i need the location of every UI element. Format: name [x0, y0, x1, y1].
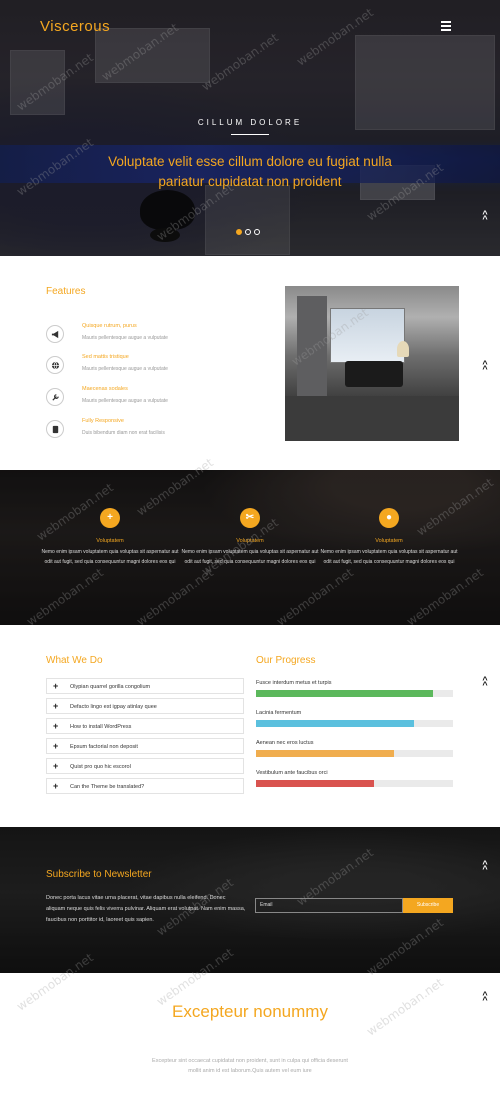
- globe-icon: [46, 356, 64, 374]
- progress-bar: [256, 750, 453, 757]
- plus-icon: +: [53, 761, 59, 771]
- hero-slider: [0, 0, 500, 256]
- feature-item: Sed mattis tristique Mauris pellentesque…: [46, 354, 246, 384]
- subscribe-button[interactable]: Subscribe: [403, 898, 453, 913]
- progress-item: Aenean nec eros luctus: [256, 740, 453, 757]
- newsletter-title: Subscribe to Newsletter: [46, 869, 152, 880]
- features-title: Features: [46, 286, 86, 297]
- megaphone-icon: [46, 325, 64, 343]
- progress-item: Lacinia fermentum: [256, 710, 453, 727]
- email-field[interactable]: Email: [255, 898, 403, 913]
- accordion-item[interactable]: + Can the Theme be translated?: [46, 778, 244, 794]
- scroll-up-icon[interactable]: ^ ^: [480, 676, 490, 690]
- slider-dot[interactable]: [245, 229, 251, 235]
- hero-divider: [231, 134, 269, 135]
- accordion-item[interactable]: + How to install WordPress: [46, 718, 244, 734]
- scroll-up-icon[interactable]: ^ ^: [480, 210, 490, 224]
- features-image: [285, 286, 459, 441]
- hamburger-menu-icon[interactable]: [441, 21, 451, 33]
- plus-icon: +: [100, 508, 120, 528]
- progress-item: Fusce interdum metus et turpis: [256, 680, 453, 697]
- scroll-up-icon[interactable]: ^ ^: [480, 860, 490, 874]
- site-logo[interactable]: Viscerous: [40, 18, 110, 35]
- wrench-icon: [46, 388, 64, 406]
- section-text: Excepteur sint occaecat cupidatat non pr…: [152, 1058, 348, 1074]
- progress-bar: [256, 720, 453, 727]
- service-item: + Voluptatem Nemo enim ipsam voluptatem …: [40, 508, 180, 567]
- progress-title: Our Progress: [256, 655, 316, 666]
- hero-title: Voluptate velit esse cillum dolore eu fu…: [108, 154, 392, 189]
- progress-bar: [256, 690, 453, 697]
- mobile-icon: [46, 420, 64, 438]
- service-item: ✂ Voluptatem Nemo enim ipsam voluptatem …: [180, 508, 320, 567]
- hero-caption: CILLUM DOLORE: [197, 118, 303, 127]
- accordion-item[interactable]: + Quist pro quo hic escorol: [46, 758, 244, 774]
- progress-item: Vestibulum ante faucibus orci: [256, 770, 453, 787]
- section-title: Excepteur nonummy: [172, 1002, 328, 1021]
- service-item: ● Voluptatem Nemo enim ipsam voluptatem …: [319, 508, 459, 567]
- slider-dot[interactable]: [254, 229, 260, 235]
- slider-dot[interactable]: [236, 229, 242, 235]
- apple-icon: ●: [379, 508, 399, 528]
- cut-icon: ✂: [240, 508, 260, 528]
- accordion-item[interactable]: + Epsum factorial non deposit: [46, 738, 244, 754]
- plus-icon: +: [53, 721, 59, 731]
- slider-dots: [236, 229, 260, 235]
- plus-icon: +: [53, 781, 59, 791]
- scroll-up-icon[interactable]: ^ ^: [480, 991, 490, 1005]
- plus-icon: +: [53, 681, 59, 691]
- accordion-item[interactable]: + Olypian quarrel gorilla congolium: [46, 678, 244, 694]
- newsletter-text: Donec porta lacus vitae urna placerat, v…: [46, 895, 246, 923]
- progress-bar: [256, 780, 453, 787]
- scroll-up-icon[interactable]: ^ ^: [480, 360, 490, 374]
- what-we-do-title: What We Do: [46, 655, 103, 666]
- feature-item: Maecenas sodales Mauris pellentesque aug…: [46, 386, 246, 416]
- feature-item: Fully Responsive Duis bibendum diam non …: [46, 418, 246, 448]
- plus-icon: +: [53, 701, 59, 711]
- feature-item: Quisque rutrum, purus Mauris pellentesqu…: [46, 323, 246, 353]
- plus-icon: +: [53, 741, 59, 751]
- accordion-item[interactable]: + Defacto lingo est igpay atinlay quee: [46, 698, 244, 714]
